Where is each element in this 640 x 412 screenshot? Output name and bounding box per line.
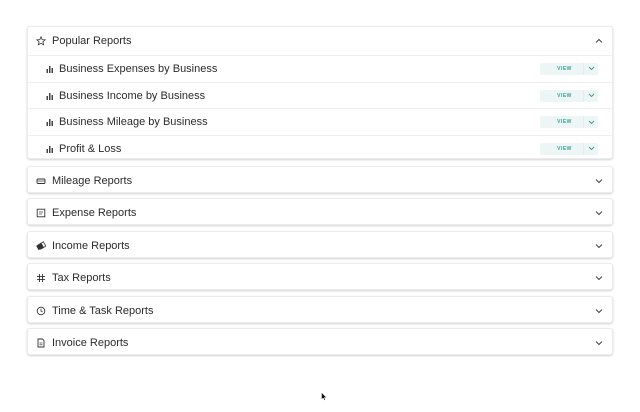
chevron-down-icon[interactable] [594,306,604,316]
invoice-reports-title: Invoice Reports [52,336,129,349]
document-icon [36,338,46,348]
expense-reports-header[interactable]: Expense Reports [28,199,612,226]
grid-icon [36,273,46,283]
report-row[interactable]: Profit & Loss VIEW [28,135,612,162]
report-label: Profit & Loss [59,142,122,155]
view-button[interactable]: VIEW [540,89,598,102]
mileage-reports-header[interactable]: Mileage Reports [28,167,612,194]
income-reports-header[interactable]: Income Reports [28,232,612,259]
chevron-down-icon[interactable] [583,116,598,129]
view-button-label: VIEW [557,65,572,72]
mileage-reports-panel[interactable]: Mileage Reports [27,166,613,193]
tax-reports-header[interactable]: Tax Reports [28,264,612,291]
chevron-down-icon[interactable] [594,241,604,251]
mileage-reports-title: Mileage Reports [52,174,133,187]
bar-chart-icon [46,65,54,73]
receipt-icon [36,208,46,218]
chevron-down-icon[interactable] [594,208,604,218]
mouse-cursor-icon [321,392,327,401]
view-button[interactable]: VIEW [540,142,598,155]
chevron-down-icon[interactable] [594,273,604,283]
bar-chart-icon [46,145,54,153]
income-reports-title: Income Reports [52,239,130,252]
invoice-reports-panel[interactable]: Invoice Reports [27,328,613,355]
popular-reports-header[interactable]: Popular Reports [28,27,612,55]
chevron-down-icon[interactable] [583,142,598,155]
popular-reports-title: Popular Reports [52,35,132,47]
chevron-down-icon[interactable] [594,338,604,348]
tax-reports-title: Tax Reports [52,271,111,284]
invoice-reports-header[interactable]: Invoice Reports [28,329,612,356]
time-task-reports-panel[interactable]: Time & Task Reports [27,296,613,323]
view-button-label: VIEW [557,92,572,99]
money-icon [36,240,46,251]
expense-reports-panel[interactable]: Expense Reports [27,198,613,225]
view-button-label: VIEW [557,145,572,152]
chevron-down-icon[interactable] [583,62,598,75]
view-button[interactable]: VIEW [540,62,598,75]
chevron-down-icon[interactable] [583,89,598,102]
time-task-reports-header[interactable]: Time & Task Reports [28,297,612,324]
bar-chart-icon [46,92,54,100]
chevron-down-icon[interactable] [594,176,604,186]
bar-chart-icon [46,118,54,127]
time-task-reports-title: Time & Task Reports [52,304,154,317]
popular-reports-panel: Popular Reports Business Expenses by Bus… [27,26,613,159]
chevron-up-icon[interactable] [594,36,604,46]
car-icon [36,176,46,186]
report-row[interactable]: Business Income by Business VIEW [28,81,612,109]
income-reports-panel[interactable]: Income Reports [27,231,613,258]
report-label: Business Income by Business [59,89,206,102]
tax-reports-panel[interactable]: Tax Reports [27,263,613,290]
report-label: Business Expenses by Business [59,62,218,75]
report-label: Business Mileage by Business [59,116,208,129]
expense-reports-title: Expense Reports [52,206,137,219]
report-row[interactable]: Business Expenses by Business VIEW [28,55,612,82]
clock-icon [36,306,46,316]
report-row[interactable]: Business Mileage by Business VIEW [28,108,612,135]
view-button[interactable]: VIEW [540,116,598,129]
view-button-label: VIEW [557,119,572,126]
star-icon [36,36,46,46]
